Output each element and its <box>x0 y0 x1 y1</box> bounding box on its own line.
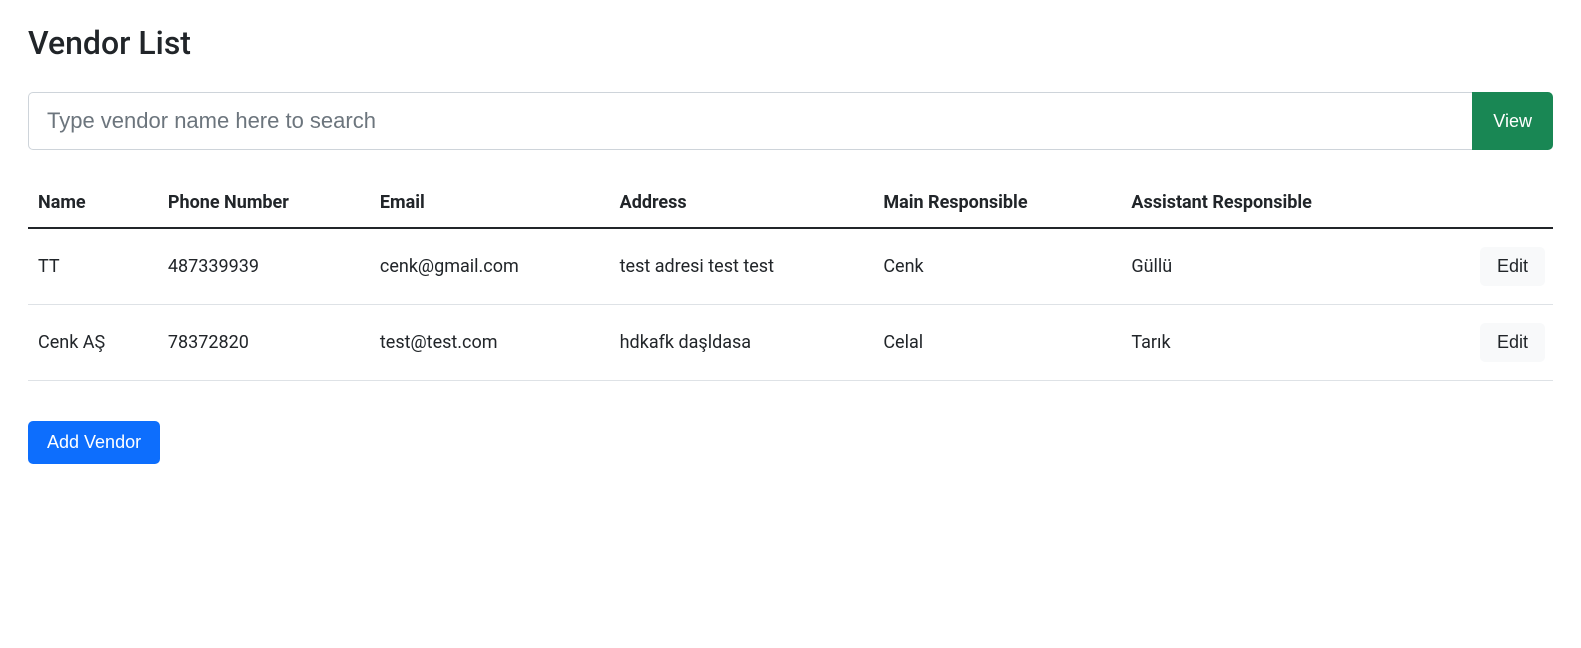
cell-address: test adresi test test <box>612 228 876 305</box>
edit-button[interactable]: Edit <box>1480 247 1545 286</box>
cell-main-responsible: Celal <box>875 305 1123 381</box>
cell-email: cenk@gmail.com <box>372 228 612 305</box>
search-group: View <box>28 92 1553 150</box>
cell-name: TT <box>28 228 160 305</box>
col-header-name: Name <box>28 180 160 228</box>
col-header-email: Email <box>372 180 612 228</box>
table-row: TT 487339939 cenk@gmail.com test adresi … <box>28 228 1553 305</box>
cell-actions: Edit <box>1428 228 1553 305</box>
cell-assistant-responsible: Güllü <box>1123 228 1427 305</box>
cell-assistant-responsible: Tarık <box>1123 305 1427 381</box>
page-title: Vendor List <box>28 24 1553 62</box>
col-header-phone: Phone Number <box>160 180 372 228</box>
cell-phone: 487339939 <box>160 228 372 305</box>
add-vendor-button[interactable]: Add Vendor <box>28 421 160 464</box>
cell-phone: 78372820 <box>160 305 372 381</box>
view-button[interactable]: View <box>1472 92 1553 150</box>
edit-button[interactable]: Edit <box>1480 323 1545 362</box>
vendor-table: Name Phone Number Email Address Main Res… <box>28 180 1553 381</box>
col-header-assistant-responsible: Assistant Responsible <box>1123 180 1427 228</box>
cell-main-responsible: Cenk <box>875 228 1123 305</box>
search-input[interactable] <box>28 92 1472 150</box>
col-header-main-responsible: Main Responsible <box>875 180 1123 228</box>
cell-email: test@test.com <box>372 305 612 381</box>
cell-actions: Edit <box>1428 305 1553 381</box>
table-row: Cenk AŞ 78372820 test@test.com hdkafk da… <box>28 305 1553 381</box>
cell-address: hdkafk daşldasa <box>612 305 876 381</box>
col-header-address: Address <box>612 180 876 228</box>
col-header-actions <box>1428 180 1553 228</box>
cell-name: Cenk AŞ <box>28 305 160 381</box>
table-header-row: Name Phone Number Email Address Main Res… <box>28 180 1553 228</box>
